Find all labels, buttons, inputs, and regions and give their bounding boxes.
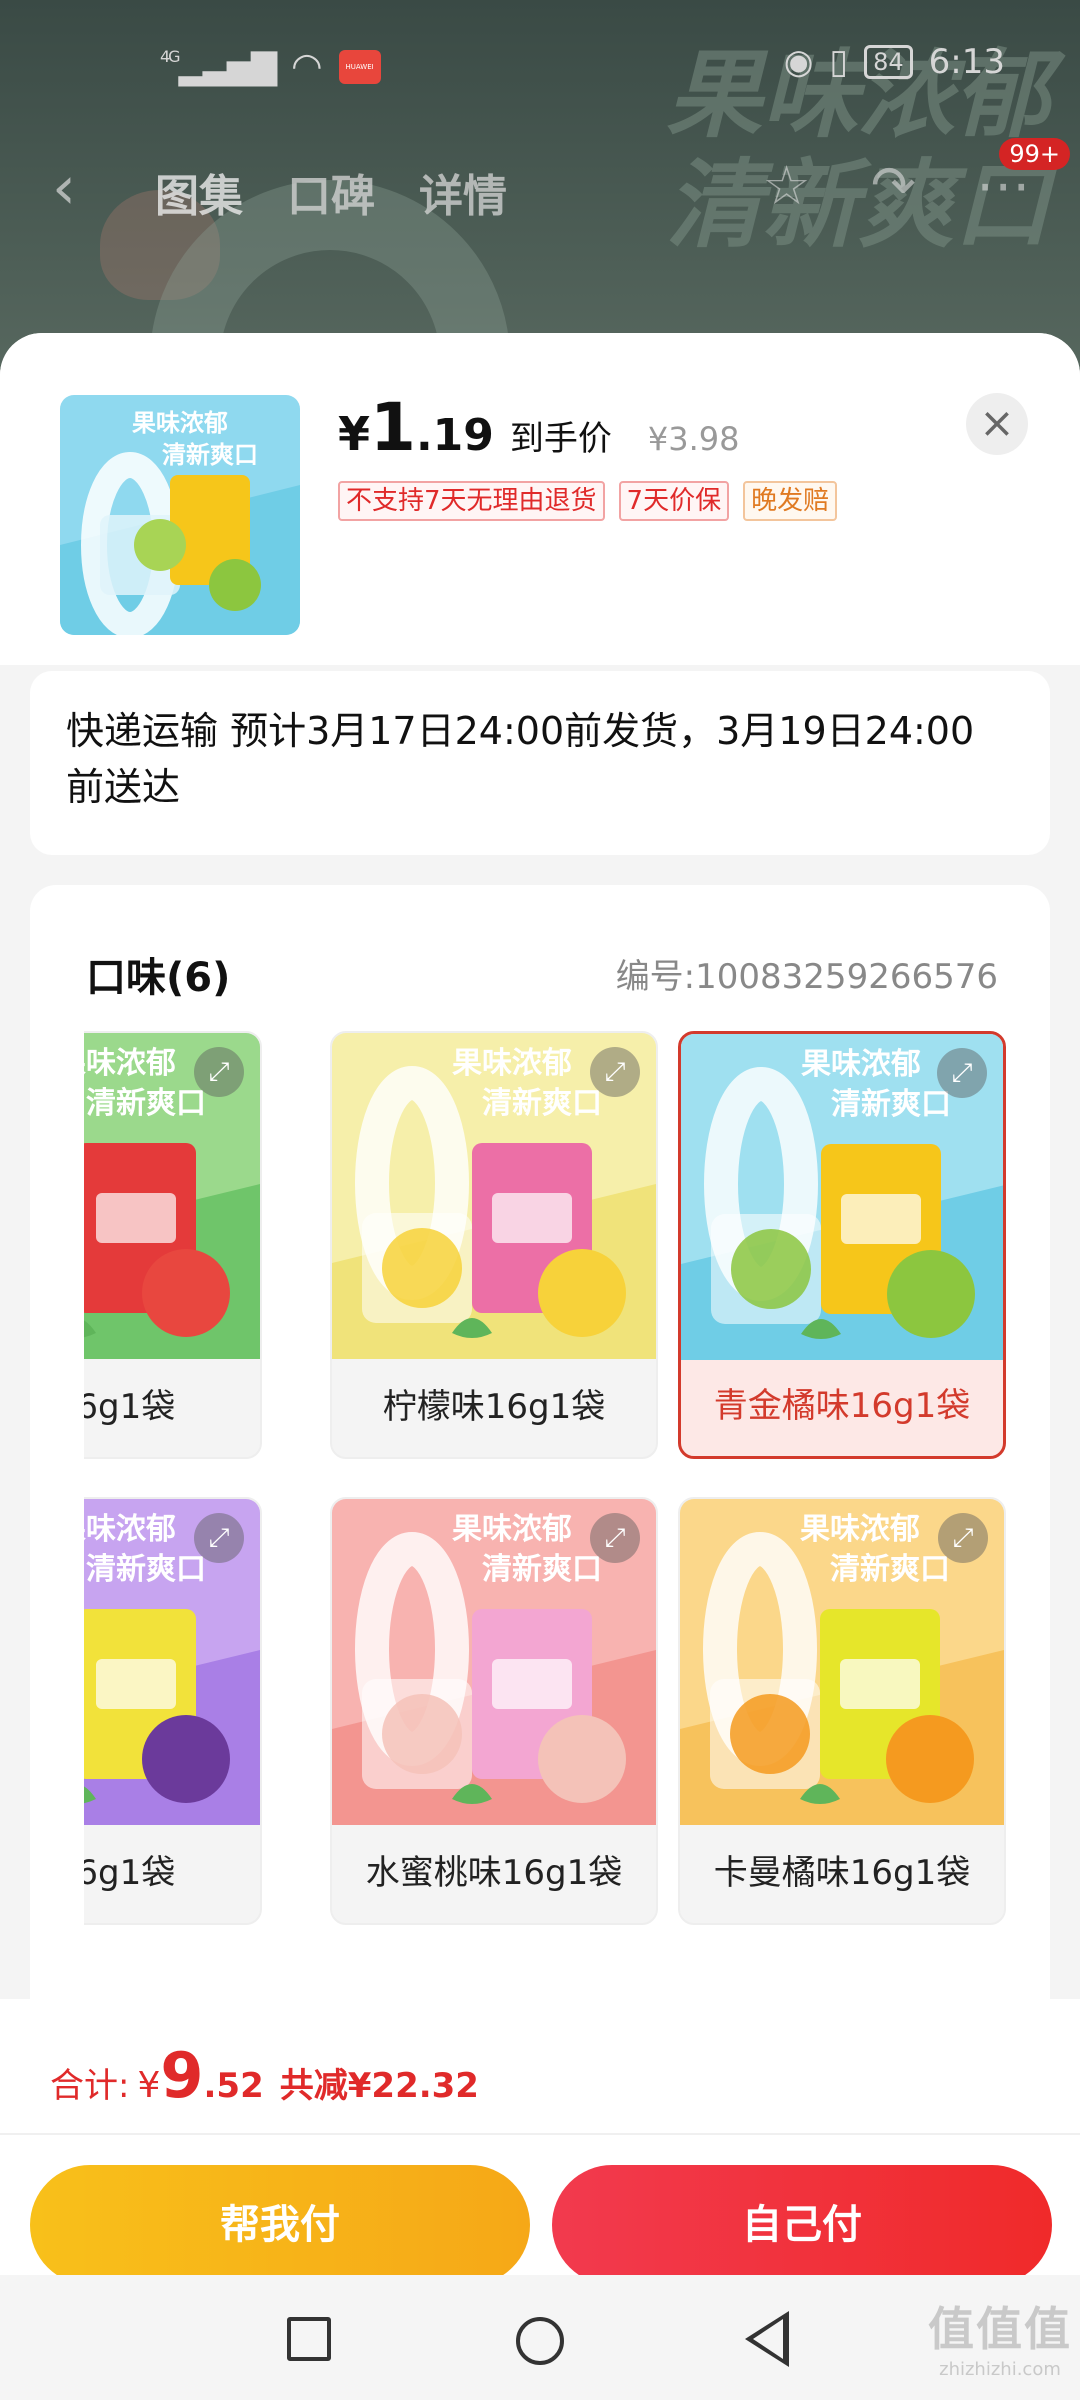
- system-navigation-bar: 值值值 zhizhizhi.com: [0, 2275, 1080, 2400]
- tag-no-return: 不支持7天无理由退货: [338, 481, 605, 521]
- flavor-label: 水蜜桃味16g1袋: [365, 1853, 623, 1893]
- final-price-label: 到手价: [509, 419, 612, 459]
- pay-myself-button[interactable]: 自己付: [552, 2165, 1052, 2285]
- total-label: 合计:: [50, 2066, 130, 2106]
- help-me-pay-button[interactable]: 帮我付: [30, 2165, 530, 2285]
- price-currency: ¥: [338, 407, 371, 461]
- flavor-banner-2: 清新爽口: [831, 1087, 951, 1122]
- vibrate-icon: ▯: [829, 42, 849, 82]
- sku-selection-sheet: 果味浓郁 清新爽口 ¥ 1 .19 到手价 ¥3.98 × 不支持7天无理由退货…: [0, 333, 1080, 2400]
- wifi-icon: ◠: [291, 46, 323, 87]
- original-price: ¥3.98: [647, 420, 740, 458]
- flavor-option[interactable]: 果味浓郁清新爽口 ⤢ 水蜜桃味16g1袋: [330, 1497, 658, 1925]
- message-count-badge: 99+: [999, 138, 1070, 170]
- delivery-info-card: 快递运输 预计3月17日24:00前发货，3月19日24:00前送达: [30, 671, 1050, 855]
- flavor-option[interactable]: 果味浓郁清新爽口 ⤢ 柠檬味16g1袋: [330, 1031, 658, 1459]
- tab-details[interactable]: 详情: [419, 160, 507, 224]
- back-arrow-icon[interactable]: ‹: [52, 158, 76, 218]
- total-integer: 9: [160, 2039, 204, 2112]
- flavor-banner-2: 清新爽口: [482, 1086, 602, 1121]
- total-currency: ¥: [137, 2065, 161, 2106]
- expand-icon[interactable]: ⤢: [937, 1048, 987, 1098]
- expand-icon[interactable]: ⤢: [590, 1513, 640, 1563]
- tab-gallery[interactable]: 图集: [155, 160, 243, 224]
- total-decimal: .52: [203, 2066, 264, 2106]
- thumb-banner-1: 果味浓郁: [132, 409, 228, 437]
- flavor-label: 卡曼橘味16g1袋: [713, 1853, 971, 1893]
- product-summary: 果味浓郁 清新爽口 ¥ 1 .19 到手价 ¥3.98 × 不支持7天无理由退货…: [0, 333, 1080, 665]
- service-tags: 不支持7天无理由退货 7天价保 晚发赔: [338, 481, 838, 521]
- flavor-banner-1: 果味浓郁: [801, 1047, 921, 1082]
- flavor-title: 口味(6): [86, 955, 231, 1001]
- close-icon[interactable]: ×: [966, 393, 1028, 455]
- total-line: 合计: ¥ 9 .52 共减¥22.32: [50, 2039, 479, 2112]
- status-bar: 4G▂▃▅▇ ◠ HUAWEI ◉ ▯ 84 6:13: [0, 0, 1080, 130]
- flavor-banner-1: 果味浓郁: [452, 1046, 572, 1081]
- tab-reviews[interactable]: 口碑: [287, 160, 375, 224]
- thumb-banner-2: 清新爽口: [162, 441, 258, 469]
- share-icon[interactable]: ↷: [871, 154, 916, 217]
- product-thumbnail[interactable]: 果味浓郁 清新爽口: [60, 395, 300, 635]
- flavor-banner-1: 果味浓郁: [84, 1046, 176, 1081]
- tag-late-compensation: 晚发赔: [743, 481, 838, 521]
- flavor-banner-1: 果味浓郁: [800, 1512, 920, 1547]
- delivery-estimate: 快递运输 预计3月17日24:00前发货，3月19日24:00前送达: [66, 709, 975, 809]
- watermark-url: zhizhizhi.com: [939, 2359, 1061, 2380]
- flavor-label: 柠檬味16g1袋: [382, 1387, 606, 1427]
- expand-icon[interactable]: ⤢: [194, 1047, 244, 1097]
- tag-price-protect: 7天价保: [618, 481, 730, 521]
- eye-icon: ◉: [783, 42, 814, 82]
- watermark-logo: 值值值: [928, 2302, 1072, 2356]
- flavor-banner-1: 果味浓郁: [452, 1512, 572, 1547]
- flavor-label: 青金橘味16g1袋: [713, 1386, 971, 1426]
- flavor-label: 味16g1袋: [84, 1853, 176, 1893]
- star-favorite-icon[interactable]: ☆: [762, 154, 810, 217]
- clock: 6:13: [928, 42, 1005, 82]
- flavor-banner-1: 果味浓郁: [84, 1512, 176, 1547]
- product-top-nav: ‹ 图集 口碑 详情 ☆ ↷ ⋯ 99+: [0, 138, 1080, 240]
- divider: [0, 2133, 1080, 2135]
- cellular-signal-icon: 4G▂▃▅▇: [160, 46, 277, 87]
- flavor-banner-2: 清新爽口: [830, 1552, 950, 1587]
- battery-icon: 84: [864, 45, 913, 79]
- flavor-banner-2: 清新爽口: [86, 1552, 206, 1587]
- flavor-banner-2: 清新爽口: [482, 1552, 602, 1587]
- back-icon-inner: [753, 2319, 783, 2359]
- flavor-grid: 果味浓郁清新爽口⤢味16g1袋果味浓郁清新爽口⤢柠檬味16g1袋果味浓郁清新爽口…: [84, 1031, 1044, 1931]
- price-integer: 1: [370, 389, 416, 466]
- expand-icon[interactable]: ⤢: [194, 1513, 244, 1563]
- huawei-notification-icon: HUAWEI: [338, 49, 381, 84]
- sku-number: 编号:10083259266576: [615, 957, 998, 997]
- flavor-option[interactable]: 果味浓郁清新爽口 ⤢ 卡曼橘味16g1袋: [678, 1497, 1006, 1925]
- site-watermark: 值值值 zhizhizhi.com: [928, 2293, 1072, 2380]
- home-icon[interactable]: [516, 2317, 564, 2365]
- expand-icon[interactable]: ⤢: [590, 1047, 640, 1097]
- flavor-option[interactable]: 果味浓郁清新爽口 ⤢ 青金橘味16g1袋: [678, 1031, 1006, 1459]
- recent-apps-icon[interactable]: [287, 2317, 331, 2361]
- price-row: ¥ 1 .19 到手价 ¥3.98: [338, 389, 740, 466]
- flavor-option[interactable]: 果味浓郁清新爽口⤢ 味16g1袋: [84, 1031, 262, 1459]
- total-discount: 共减¥22.32: [279, 2066, 479, 2106]
- expand-icon[interactable]: ⤢: [938, 1513, 988, 1563]
- flavor-option[interactable]: 果味浓郁清新爽口⤢ 味16g1袋: [84, 1497, 262, 1925]
- flavor-label: 味16g1袋: [84, 1387, 176, 1427]
- price-decimal: .19: [415, 410, 494, 461]
- flavor-banner-2: 清新爽口: [86, 1086, 206, 1121]
